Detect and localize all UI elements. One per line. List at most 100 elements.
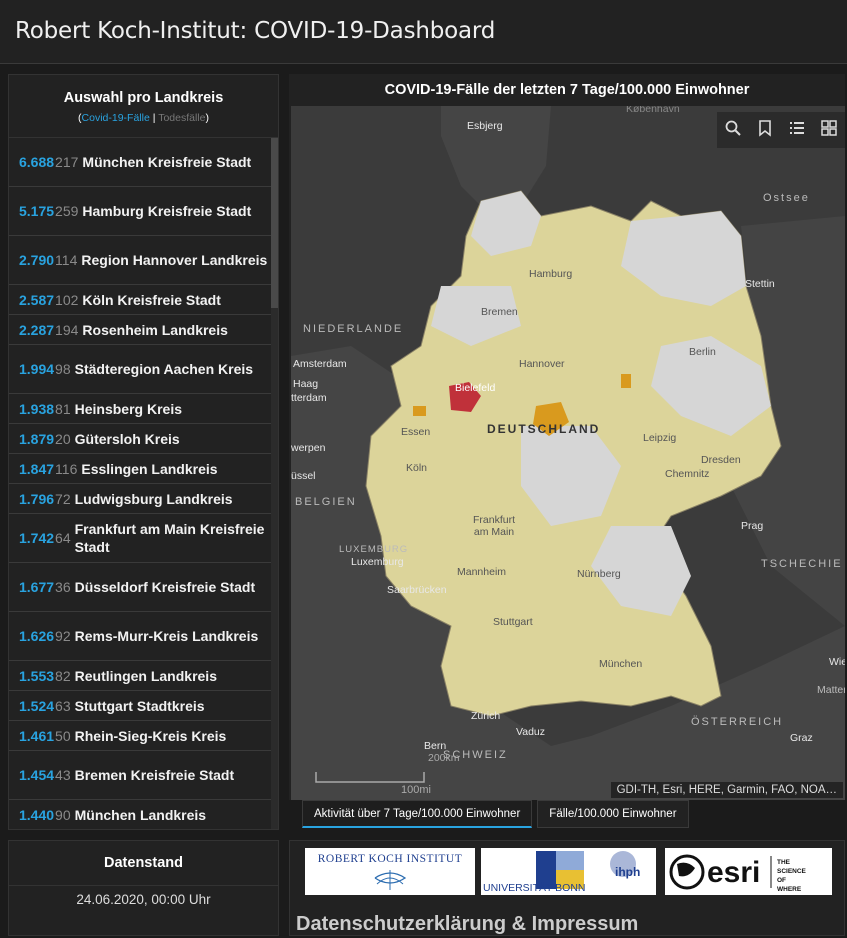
list-item[interactable]: 1.461 50 Rhein-Sieg-Kreis Kreis (9, 721, 272, 751)
death-count: 114 (55, 252, 78, 268)
rki-logo-text: ROBERT KOCH INSTITUT (318, 853, 463, 865)
landkreis-name: Rems-Murr-Kreis Landkreis (74, 628, 259, 644)
impressum-link[interactable]: Datenschutzerklärung & Impressum (296, 913, 638, 936)
list-item[interactable]: 2.587 102 Köln Kreisfreie Stadt (9, 285, 272, 315)
map-label-luxemburg: Luxemburg (351, 556, 404, 568)
legend-list-icon[interactable] (788, 119, 806, 142)
death-count: 72 (55, 490, 71, 507)
case-count: 1.742 (19, 530, 55, 546)
landkreis-name: Rosenheim Landkreis (82, 321, 228, 338)
list-item[interactable]: 1.677 36 Düsseldorf Kreisfreie Stadt (9, 563, 272, 612)
list-item[interactable]: 1.524 63 Stuttgart Stadtkreis (9, 691, 272, 721)
map-label-stettin: Stettin (745, 278, 775, 290)
datenstand-panel: Datenstand 24.06.2020, 00:00 Uhr (8, 840, 279, 936)
landkreis-name: Stuttgart Stadtkreis (74, 697, 205, 714)
rki-logo[interactable]: ROBERT KOCH INSTITUT (305, 848, 475, 895)
map-label-saarbruecken: Saarbrücken (387, 584, 447, 596)
landkreis-name: München Landkreis (74, 806, 207, 823)
death-count: 90 (55, 806, 71, 823)
map-label-hamburg: Hamburg (529, 268, 573, 280)
map-label-berlin: Berlin (689, 346, 716, 358)
death-count: 116 (55, 460, 78, 477)
map-label-essen: Essen (401, 426, 431, 438)
map-label-tschechien: TSCHECHIE (761, 558, 843, 570)
map-label-deutschland: DEUTSCHLAND (487, 422, 601, 436)
map-label-leipzig: Leipzig (643, 432, 677, 444)
death-count: 217 (55, 154, 79, 170)
search-icon[interactable] (724, 119, 742, 142)
landkreis-name: Ludwigsburg Landkreis (74, 490, 233, 507)
scale-bar (315, 772, 425, 783)
map-label-haag: Haag (293, 378, 319, 390)
esri-tagline-2: SCIENCE (777, 868, 807, 875)
map-toolbar (717, 112, 845, 148)
map-label-frankfurt: Frankfurt am Main (472, 514, 515, 538)
list-item[interactable]: 1.440 90 München Landkreis (9, 800, 272, 829)
case-count: 1.994 (19, 361, 55, 377)
map-label-antwerpen: werpen (291, 442, 326, 454)
medium-spot-ruhr (413, 406, 426, 416)
death-count: 81 (55, 400, 71, 417)
map-label-ostsee: Ostsee (763, 192, 810, 204)
toggle-deaths[interactable]: Todesfälle (158, 112, 205, 124)
list-item[interactable]: 5.175 259 Hamburg Kreisfreie Stadt (9, 187, 272, 236)
case-count: 1.677 (19, 579, 55, 595)
logo-panel: ROBERT KOCH INSTITUT UNIVERSITÄT BONN ih… (289, 840, 845, 936)
list-item[interactable]: 1.938 81 Heinsberg Kreis (9, 394, 272, 424)
case-count: 1.524 (19, 697, 55, 714)
bookmark-icon[interactable] (756, 119, 774, 142)
uni-bonn-logo[interactable]: UNIVERSITÄT BONN ihph (481, 848, 656, 895)
map-label-kopenhagen: København (626, 106, 680, 115)
landkreis-name: Gütersloh Kreis (74, 430, 180, 447)
list-item[interactable]: 1.626 92 Rems-Murr-Kreis Landkreis (9, 612, 272, 661)
list-item[interactable]: 1.994 98 Städteregion Aachen Kreis (9, 345, 272, 394)
landkreis-name: Bremen Kreisfreie Stadt (74, 767, 235, 783)
case-count: 1.626 (19, 628, 55, 644)
scale-label: 100mi (401, 784, 431, 796)
map-label-stuttgart: Stuttgart (493, 616, 533, 628)
case-count: 1.938 (19, 400, 55, 417)
map-label-chemnitz: Chemnitz (665, 468, 710, 480)
map-attribution[interactable]: GDI-TH, Esri, HERE, Garmin, FAO, NOA… (610, 782, 843, 798)
landkreis-name: Städteregion Aachen Kreis (74, 361, 254, 377)
datenstand-title: Datenstand (9, 841, 278, 886)
uni-bonn-text: UNIVERSITÄT BONN (483, 882, 586, 894)
esri-tagline-1: THE (777, 859, 791, 866)
germany-map[interactable] (291, 106, 845, 800)
death-count: 43 (55, 767, 71, 783)
list-item[interactable]: 1.553 82 Reutlingen Landkreis (9, 661, 272, 691)
list-item[interactable]: 2.287 194 Rosenheim Landkreis (9, 315, 272, 345)
list-item[interactable]: 1.879 20 Gütersloh Kreis (9, 424, 272, 454)
list-item[interactable]: 2.790 114 Region Hannover Landkreis (9, 236, 272, 285)
landkreis-list-panel: Auswahl pro Landkreis (Covid-19-Fälle | … (8, 74, 279, 830)
map-label-hannover: Hannover (519, 358, 565, 370)
landkreis-name: München Kreisfreie Stadt (82, 154, 252, 170)
landkreis-list[interactable]: 6.688 217 München Kreisfreie Stadt 5.175 259… (9, 138, 272, 829)
list-item[interactable]: 1.742 64 Frankfurt am Main Kreisfreie Stad… (9, 514, 272, 563)
map-label-vaduz: Vaduz (516, 726, 545, 738)
map-label-oesterreich: ÖSTERREICH (691, 716, 784, 728)
case-count: 1.454 (19, 767, 55, 783)
death-count: 194 (55, 321, 79, 338)
map-label-koeln: Köln (406, 462, 428, 474)
list-item[interactable]: 1.796 72 Ludwigsburg Landkreis (9, 484, 272, 514)
map-label-luxemburg-country: LUXEMBURG (339, 544, 409, 555)
esri-tagline-3: OF (777, 877, 786, 884)
esri-tagline-4: WHERE (777, 886, 802, 893)
list-item[interactable]: 1.847 116 Esslingen Landkreis (9, 454, 272, 484)
tab-activity-7-days[interactable]: Aktivität über 7 Tage/100.000 Einwohner (302, 800, 533, 828)
toggle-covid-cases[interactable]: Covid-19-Fälle (82, 112, 150, 124)
map-view[interactable]: København Esbjerg Ostsee Hamburg Stettin… (291, 106, 845, 800)
list-scrollbar-thumb[interactable] (271, 138, 278, 308)
map-label-prag: Prag (741, 520, 764, 532)
basemap-gallery-icon[interactable] (820, 119, 838, 142)
map-label-bielefeld: Bielefeld (455, 382, 496, 394)
esri-logo[interactable]: esri THE SCIENCE OF WHERE (665, 848, 832, 895)
landkreis-name: Rhein-Sieg-Kreis Kreis (74, 727, 227, 744)
list-item[interactable]: 1.454 43 Bremen Kreisfreie Stadt (9, 751, 272, 800)
tab-cases-per-100k[interactable]: Fälle/100.000 Einwohner (537, 800, 689, 828)
death-count: 63 (55, 697, 71, 714)
list-item[interactable]: 6.688 217 München Kreisfreie Stadt (9, 138, 272, 187)
map-label-nuernberg: Nürnberg (577, 568, 621, 580)
map-label-graz: Graz (790, 732, 813, 744)
